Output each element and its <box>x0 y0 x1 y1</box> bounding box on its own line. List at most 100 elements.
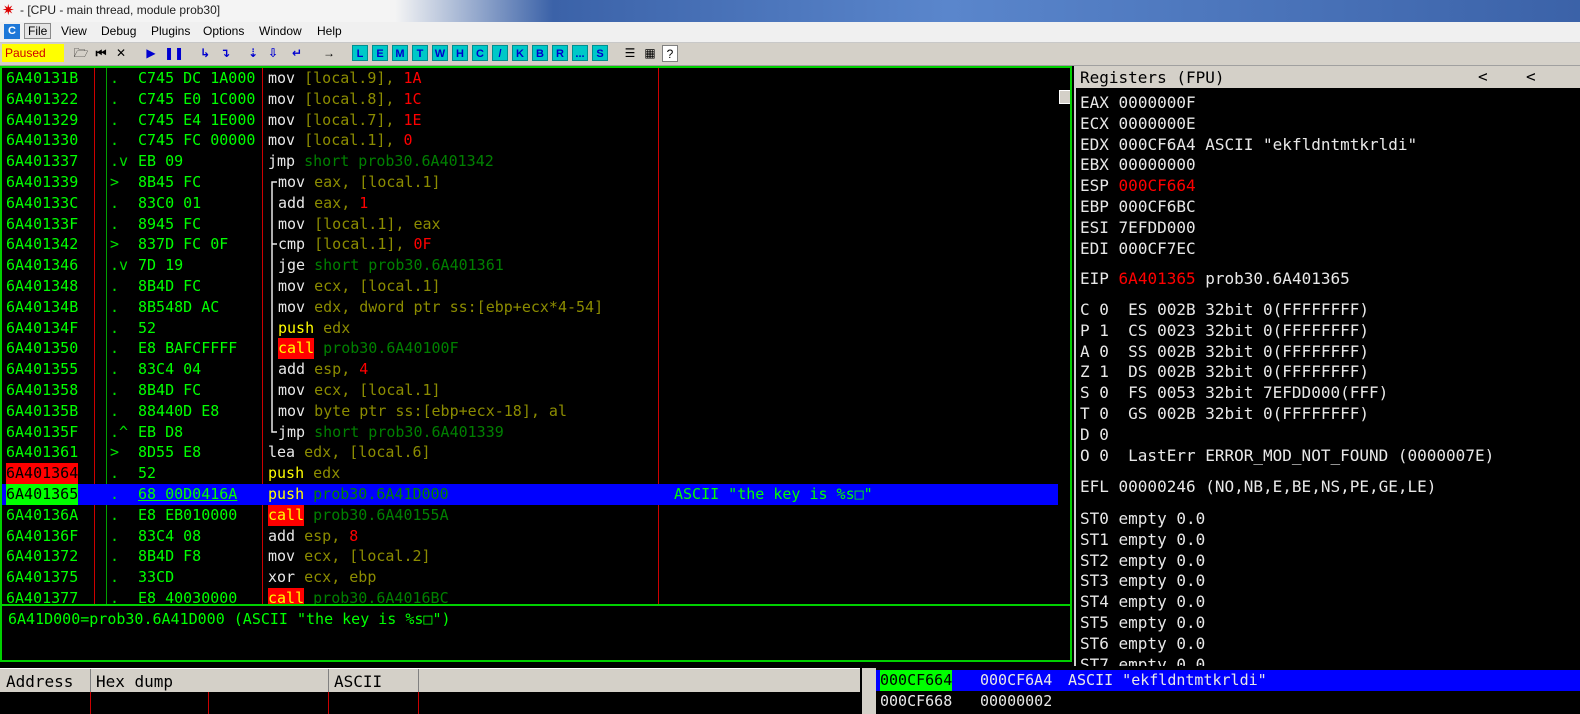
disassembly-scrollbar[interactable] <box>1058 68 1070 604</box>
cpu-window-icon[interactable]: C <box>4 24 20 39</box>
patches-window-button[interactable]: / <box>492 45 508 61</box>
help-icon[interactable]: ? <box>662 45 678 62</box>
menu-debug[interactable]: Debug <box>98 24 139 38</box>
register-value[interactable]: 0000000E <box>1119 114 1196 133</box>
register-value[interactable]: 000CF6A4 <box>1119 135 1196 154</box>
disasm-row[interactable]: 6A401330. C745 FC 00000 mov [local.1], 0 <box>2 130 1070 151</box>
stack-scrollbar[interactable] <box>862 668 876 714</box>
dump-ascii-header[interactable]: ASCII <box>334 672 382 691</box>
animate-over-icon[interactable]: ⇩ <box>264 45 282 62</box>
disasm-row[interactable]: 6A401348. 8B4D FC mov ecx, [local.1] <box>2 276 1070 297</box>
disasm-row[interactable]: 6A40136F. 83C4 08 add esp, 8 <box>2 526 1070 547</box>
breakpoints-window-button[interactable]: B <box>532 45 548 61</box>
registers-header[interactable]: Registers (FPU) < < <box>1076 66 1580 88</box>
registers-pane[interactable]: Registers (FPU) < < EAX 0000000F ECX 0000… <box>1074 66 1580 666</box>
fpu-register[interactable]: ST4 empty 0.0 <box>1080 591 1205 612</box>
disasm-row[interactable]: 6A40133C. 83C0 01 add eax, 1 <box>2 193 1070 214</box>
fpu-register[interactable]: ST2 empty 0.0 <box>1080 550 1205 571</box>
list-icon[interactable]: ☰ <box>622 45 638 62</box>
pause-icon[interactable]: ❚❚ <box>164 45 184 62</box>
dump-hex-header[interactable]: Hex dump <box>96 672 173 691</box>
run-trace-window-button[interactable]: ... <box>572 45 588 61</box>
register-value[interactable]: 000CF664 <box>1119 176 1196 195</box>
disasm-row[interactable]: 6A40134F. 52 push edx <box>2 318 1070 339</box>
disasm-row[interactable]: 6A401365. 68 00D0416A push prob30.6A41D000 A… <box>2 484 1070 505</box>
efl-line[interactable]: EFL 00000246 (NO,NB,E,BE,NS,PE,GE,LE) <box>1080 476 1436 497</box>
source-window-button[interactable]: S <box>592 45 608 61</box>
flag-line[interactable]: D 0 <box>1080 424 1109 445</box>
fpu-register[interactable]: ST7 empty 0.0 <box>1080 654 1205 666</box>
disasm-row[interactable]: 6A40136A. E8 EB010000 call prob30.6A40155A <box>2 504 1070 526</box>
memory-window-button[interactable]: M <box>392 45 408 61</box>
step-into-icon[interactable]: ↳ <box>196 45 214 62</box>
disasm-row[interactable]: 6A401358. 8B4D FC mov ecx, [local.1] <box>2 380 1070 401</box>
disasm-row[interactable]: 6A401361 >8D55 E8 lea edx, [local.6] <box>2 442 1070 463</box>
handles-window-button[interactable]: H <box>452 45 468 61</box>
references-window-button[interactable]: R <box>552 45 568 61</box>
dump-pane[interactable] <box>0 692 860 714</box>
disasm-row[interactable]: 6A401355. 83C4 04 add esp, 4 <box>2 359 1070 380</box>
step-over-icon[interactable]: ⇣ <box>244 45 262 62</box>
menu-options[interactable]: Options <box>200 24 247 38</box>
fpu-register[interactable]: ST6 empty 0.0 <box>1080 633 1205 654</box>
register-value[interactable]: 000CF6BC <box>1119 197 1196 216</box>
register-value[interactable]: 7EFDD000 <box>1119 218 1196 237</box>
disasm-row[interactable]: 6A401375. 33CD xor ecx, ebp <box>2 567 1070 588</box>
menu-view[interactable]: View <box>58 24 90 38</box>
disasm-row[interactable]: 6A401346 .v 7D 19 jge short prob30.6A401361 <box>2 255 1070 276</box>
disasm-row[interactable]: 6A401337 .v EB 09 jmp short prob30.6A401342 <box>2 151 1070 172</box>
register-eax[interactable]: EAX 0000000F <box>1080 92 1196 113</box>
open-icon[interactable]: 🗁 <box>72 45 90 62</box>
disassembly-pane[interactable]: 6A40131B. C745 DC 1A000 mov [local.9], 1A 6A… <box>0 66 1072 606</box>
windows-window-button[interactable]: W <box>432 45 448 61</box>
menu-help[interactable]: Help <box>314 24 345 38</box>
prev-arrow-button[interactable]: < <box>1478 67 1488 86</box>
animate-into-icon[interactable]: ↴ <box>216 45 234 62</box>
disasm-row[interactable]: 6A401322. C745 E0 1C000 mov [local.8], 1C <box>2 89 1070 110</box>
disasm-row[interactable]: 6A40134B. 8B548D AC mov edx, dword ptr ss:[… <box>2 297 1070 318</box>
disasm-row[interactable]: 6A40135B. 88440D E8 mov byte ptr ss:[ebp+ec… <box>2 401 1070 422</box>
flag-line[interactable]: A 0 SS 002B 32bit 0(FFFFFFFF) <box>1080 341 1369 362</box>
stack-pane[interactable]: 000CF664 000CF6A4 ASCII "ekfldntmtkrldi" 00… <box>862 668 1580 714</box>
modules-window-button[interactable]: E <box>372 45 388 61</box>
disasm-row[interactable]: 6A40131B. C745 DC 1A000 mov [local.9], 1A <box>2 68 1070 89</box>
menu-window[interactable]: Window <box>256 24 305 38</box>
call-stack-window-button[interactable]: K <box>512 45 528 61</box>
disasm-row[interactable]: 6A401372. 8B4D F8 mov ecx, [local.2] <box>2 546 1070 567</box>
log-window-button[interactable]: L <box>352 45 368 61</box>
fpu-register[interactable]: ST3 empty 0.0 <box>1080 570 1205 591</box>
flag-line[interactable]: S 0 FS 0053 32bit 7EFDD000(FFF) <box>1080 382 1388 403</box>
rewind-icon[interactable]: ⏮ <box>92 45 110 62</box>
register-value[interactable]: 0000000F <box>1119 93 1196 112</box>
cpu-window-button[interactable]: C <box>472 45 488 61</box>
close-icon[interactable]: ✕ <box>112 45 130 62</box>
dump-address-header[interactable]: Address <box>6 672 73 691</box>
execute-till-return-icon[interactable]: ↵ <box>288 45 306 62</box>
disasm-row[interactable]: 6A401364. 52 push edx <box>2 463 1070 485</box>
fpu-register[interactable]: ST1 empty 0.0 <box>1080 529 1205 550</box>
register-value[interactable]: 6A401365 <box>1119 269 1196 288</box>
stack-row[interactable]: 000CF668 00000002 <box>876 691 1580 712</box>
go-to-icon[interactable]: → <box>320 45 338 62</box>
disasm-row[interactable]: 6A401377. E8 40030000 call prob30.6A4016BC <box>2 588 1070 604</box>
register-edx[interactable]: EDX 000CF6A4 ASCII "ekfldntmtkrldi" <box>1080 134 1417 155</box>
register-ecx[interactable]: ECX 0000000E <box>1080 113 1196 134</box>
flag-line[interactable]: T 0 GS 002B 32bit 0(FFFFFFFF) <box>1080 403 1369 424</box>
register-value[interactable]: 000CF7EC <box>1119 239 1196 258</box>
grid-icon[interactable]: ▦ <box>642 45 658 62</box>
fpu-register[interactable]: ST0 empty 0.0 <box>1080 508 1205 529</box>
disasm-row[interactable]: 6A401350. E8 BAFCFFFF call prob30.6A40100F <box>2 338 1070 360</box>
disasm-row[interactable]: 6A40135F .^ EB D8 jmp short prob30.6A401339 <box>2 422 1070 443</box>
scrollbar-thumb[interactable] <box>1059 90 1070 104</box>
register-esp[interactable]: ESP 000CF664 <box>1080 175 1196 196</box>
register-ebx[interactable]: EBX 00000000 <box>1080 154 1196 175</box>
flag-line[interactable]: P 1 CS 0023 32bit 0(FFFFFFFF) <box>1080 320 1369 341</box>
next-arrow-button[interactable]: < <box>1526 67 1536 86</box>
flag-line[interactable]: Z 1 DS 002B 32bit 0(FFFFFFFF) <box>1080 361 1369 382</box>
register-esi[interactable]: ESI 7EFDD000 <box>1080 217 1196 238</box>
disasm-row[interactable]: 6A401329. C745 E4 1E000 mov [local.7], 1E <box>2 110 1070 131</box>
disasm-row[interactable]: 6A401339 >8B45 FC mov eax, [local.1] <box>2 172 1070 193</box>
register-eip[interactable]: EIP 6A401365 prob30.6A401365 <box>1080 268 1350 289</box>
menu-file[interactable]: File <box>24 23 52 39</box>
register-value[interactable]: 00000000 <box>1119 155 1196 174</box>
